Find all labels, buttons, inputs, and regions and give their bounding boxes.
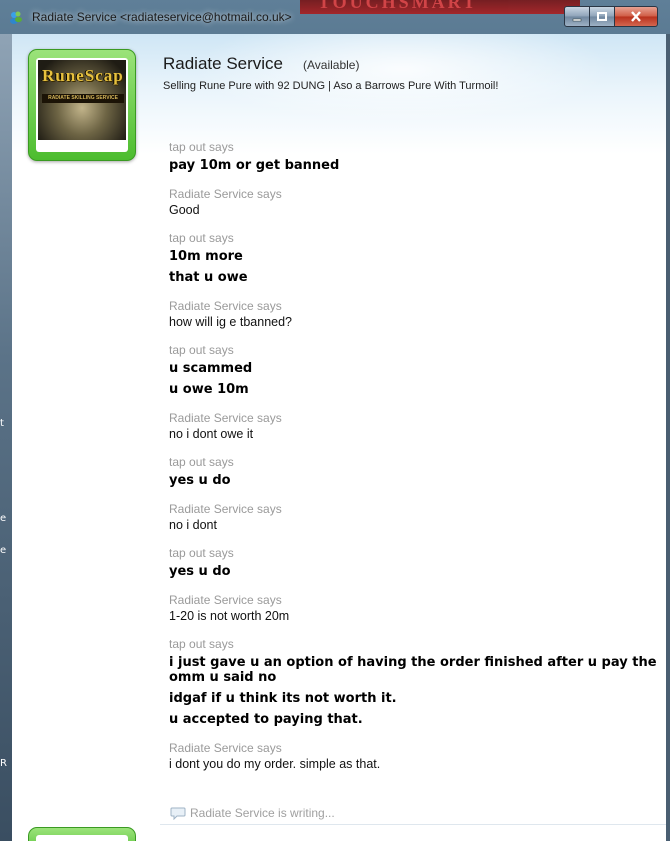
message-text: u scammed bbox=[169, 361, 253, 376]
my-avatar-picture bbox=[36, 835, 128, 841]
window-title: Radiate Service <radiateservice@hotmail.… bbox=[32, 10, 292, 24]
avatar-sub-text: RADIATE SKILLING SERVICE bbox=[42, 94, 124, 103]
message-sender: Radiate Service says bbox=[169, 593, 282, 607]
speech-bubble-icon bbox=[170, 807, 186, 820]
strip-glyph: e bbox=[0, 545, 7, 556]
message-text: no i dont bbox=[169, 518, 217, 532]
chat-message: tap out says 10m more that u owe bbox=[169, 231, 659, 285]
window-controls bbox=[564, 6, 658, 27]
strip-glyph: e bbox=[0, 513, 7, 524]
message-sender: tap out says bbox=[169, 140, 234, 154]
typing-indicator: Radiate Service is writing... bbox=[170, 806, 335, 820]
message-text: u owe 10m bbox=[169, 382, 249, 397]
chat-message: Radiate Service says how will ig e tbanne… bbox=[169, 299, 659, 329]
close-button[interactable] bbox=[615, 6, 658, 27]
avatar-logo-text: RuneScap bbox=[42, 66, 124, 85]
personal-message: Selling Rune Pure with 92 DUNG | Aso a B… bbox=[163, 80, 499, 92]
desktop-behind-strip: t e e R bbox=[0, 34, 12, 841]
message-sender: Radiate Service says bbox=[169, 502, 282, 516]
typing-text: Radiate Service is writing... bbox=[190, 806, 335, 820]
message-text: that u owe bbox=[169, 270, 248, 285]
message-text: i dont you do my order. simple as that. bbox=[169, 757, 381, 771]
chat-message: tap out says pay 10m or get banned bbox=[169, 140, 659, 173]
message-text: i just gave u an option of having the or… bbox=[169, 655, 657, 685]
window-border bbox=[666, 34, 670, 841]
messenger-buddy-icon bbox=[10, 11, 22, 24]
close-icon bbox=[631, 11, 641, 22]
message-text: no i dont owe it bbox=[169, 427, 254, 441]
chat-message: Radiate Service says 1-20 is not worth 20… bbox=[169, 593, 659, 623]
message-sender: tap out says bbox=[169, 546, 234, 560]
maximize-icon bbox=[597, 11, 607, 21]
avatar-picture: RuneScap RADIATE SKILLING SERVICE bbox=[36, 58, 128, 152]
contact-name: Radiate Service bbox=[163, 54, 284, 73]
message-sender: Radiate Service says bbox=[169, 411, 282, 425]
message-text: yes u do bbox=[169, 564, 231, 579]
chat-message: Radiate Service says Good bbox=[169, 187, 659, 217]
my-avatar[interactable] bbox=[28, 827, 136, 841]
message-sender: Radiate Service says bbox=[169, 299, 282, 313]
minimize-button[interactable] bbox=[564, 6, 590, 27]
message-text: u accepted to paying that. bbox=[169, 712, 363, 727]
message-sender: Radiate Service says bbox=[169, 741, 282, 755]
message-text: Good bbox=[169, 203, 200, 217]
title-bar[interactable]: TOUCHSMART Radiate Service <radiateservi… bbox=[0, 0, 670, 34]
strip-glyph: R bbox=[0, 758, 7, 769]
message-text: idgaf if u think its not worth it. bbox=[169, 691, 397, 706]
contact-status: (Available) bbox=[303, 58, 360, 72]
message-sender: tap out says bbox=[169, 231, 234, 245]
chat-message: tap out says u scammed u owe 10m bbox=[169, 343, 659, 397]
conversation-pane: RuneScap RADIATE SKILLING SERVICE Radiat… bbox=[12, 34, 666, 841]
maximize-button[interactable] bbox=[590, 6, 615, 27]
message-sender: tap out says bbox=[169, 343, 234, 357]
message-sender: Radiate Service says bbox=[169, 187, 282, 201]
message-text: 1-20 is not worth 20m bbox=[169, 609, 290, 623]
message-text: pay 10m or get banned bbox=[169, 158, 340, 173]
message-text: 10m more bbox=[169, 249, 243, 264]
chat-message: Radiate Service says no i dont owe it bbox=[169, 411, 659, 441]
chat-message: Radiate Service says i dont you do my ord… bbox=[169, 741, 659, 771]
message-text: yes u do bbox=[169, 473, 231, 488]
contact-avatar[interactable]: RuneScap RADIATE SKILLING SERVICE bbox=[28, 49, 136, 161]
message-text: how will ig e tbanned? bbox=[169, 315, 292, 329]
message-history: tap out says pay 10m or get banned Radiate… bbox=[169, 140, 659, 785]
chat-message: tap out says yes u do bbox=[169, 455, 659, 488]
messenger-window: TOUCHSMART Radiate Service <radiateservi… bbox=[0, 0, 670, 841]
chat-message: tap out says i just gave u an option of h… bbox=[169, 637, 659, 727]
chat-message: Radiate Service says no i dont bbox=[169, 502, 659, 532]
message-input[interactable] bbox=[160, 825, 666, 841]
runescape-logo-image: RuneScap RADIATE SKILLING SERVICE bbox=[38, 60, 126, 140]
background-banner: TOUCHSMART bbox=[300, 0, 580, 14]
minimize-icon bbox=[572, 18, 582, 21]
chat-message: tap out says yes u do bbox=[169, 546, 659, 579]
message-sender: tap out says bbox=[169, 455, 234, 469]
strip-glyph: t bbox=[0, 418, 4, 429]
message-sender: tap out says bbox=[169, 637, 234, 651]
